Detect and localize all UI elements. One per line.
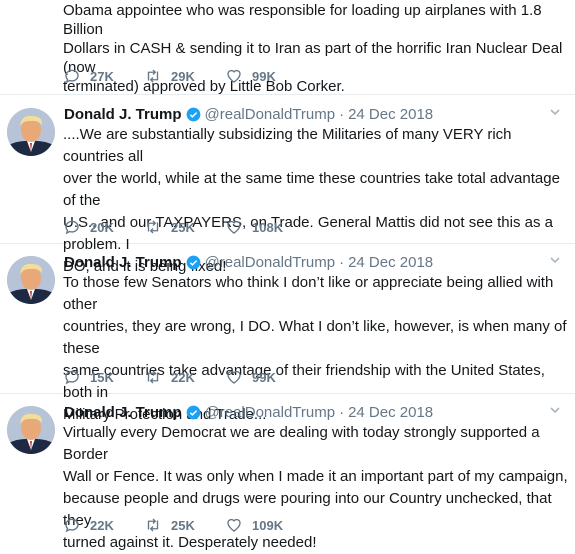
like-button[interactable]: 99K [225,368,306,386]
avatar-image [7,256,55,304]
tweet-header: Donald J. Trump @realDonaldTrump · 24 De… [64,104,433,124]
author-handle[interactable]: @realDonaldTrump [205,254,336,271]
like-count: 109K [252,517,284,533]
like-button[interactable]: 99K [225,67,306,85]
heart-icon [227,518,241,532]
reply-button[interactable]: 15K [63,368,144,386]
retweet-icon [147,370,159,384]
author-handle[interactable]: @realDonaldTrump [205,106,336,123]
reply-button[interactable]: 22K [63,516,144,534]
retweet-icon [147,518,159,532]
retweet-button[interactable]: 25K [144,218,225,236]
tweet[interactable]: Donald J. Trump @realDonaldTrump · 24 De… [0,244,575,423]
retweet-count: 29K [171,68,195,84]
tweet[interactable]: Donald J. Trump @realDonaldTrump · 24 De… [0,394,575,551]
avatar-image [7,108,55,156]
reply-count: 22K [90,517,114,533]
verified-badge-icon [186,255,200,269]
author-name[interactable]: Donald J. Trump [64,404,182,421]
author-name[interactable]: Donald J. Trump [64,106,182,123]
reply-count: 20K [90,219,114,235]
chevron-down-icon[interactable] [549,404,561,416]
reply-count: 15K [90,369,114,385]
retweet-button[interactable]: 22K [144,368,225,386]
reply-icon [65,518,79,533]
tweet[interactable]: Obama appointee who was responsible for … [0,0,575,95]
like-count: 99K [252,68,276,84]
author-name[interactable]: Donald J. Trump [64,254,182,271]
retweet-button[interactable]: 25K [144,516,225,534]
separator-dot: · [339,105,345,123]
reply-icon [65,370,79,385]
tweet-date[interactable]: 24 Dec 2018 [348,106,433,123]
retweet-count: 25K [171,517,195,533]
verified-badge-icon [186,107,200,121]
tweet-actions: 15K 22K 99K [63,367,306,387]
retweet-icon [147,220,159,234]
verified-badge-icon [186,405,200,419]
tweet-header: Donald J. Trump @realDonaldTrump · 24 De… [64,252,433,272]
reply-count: 27K [90,68,114,84]
retweet-button[interactable]: 29K [144,67,225,85]
separator-dot: · [339,253,345,271]
retweet-count: 22K [171,369,195,385]
reply-icon [65,220,79,235]
tweet-actions: 27K 29K 99K [63,66,306,86]
chevron-down-icon[interactable] [549,106,561,118]
tweet-actions: 22K 25K 109K [63,515,306,535]
heart-icon [227,370,241,384]
tweet-header: Donald J. Trump @realDonaldTrump · 24 De… [64,402,433,422]
separator-dot: · [339,403,345,421]
avatar[interactable] [7,256,55,304]
author-handle[interactable]: @realDonaldTrump [205,404,336,421]
heart-icon [227,69,241,83]
reply-button[interactable]: 27K [63,67,144,85]
like-button[interactable]: 108K [225,218,306,236]
like-count: 99K [252,369,276,385]
tweet-actions: 20K 25K 108K [63,217,306,237]
reply-button[interactable]: 20K [63,218,144,236]
like-button[interactable]: 109K [225,516,306,534]
avatar[interactable] [7,108,55,156]
tweet-date[interactable]: 24 Dec 2018 [348,254,433,271]
avatar[interactable] [7,406,55,454]
chevron-down-icon[interactable] [549,254,561,266]
retweet-count: 25K [171,219,195,235]
like-count: 108K [252,219,284,235]
heart-icon [227,220,241,234]
retweet-icon [147,69,159,83]
reply-icon [65,69,79,84]
tweet[interactable]: Donald J. Trump @realDonaldTrump · 24 De… [0,96,575,275]
avatar-image [7,406,55,454]
tweet-date[interactable]: 24 Dec 2018 [348,404,433,421]
